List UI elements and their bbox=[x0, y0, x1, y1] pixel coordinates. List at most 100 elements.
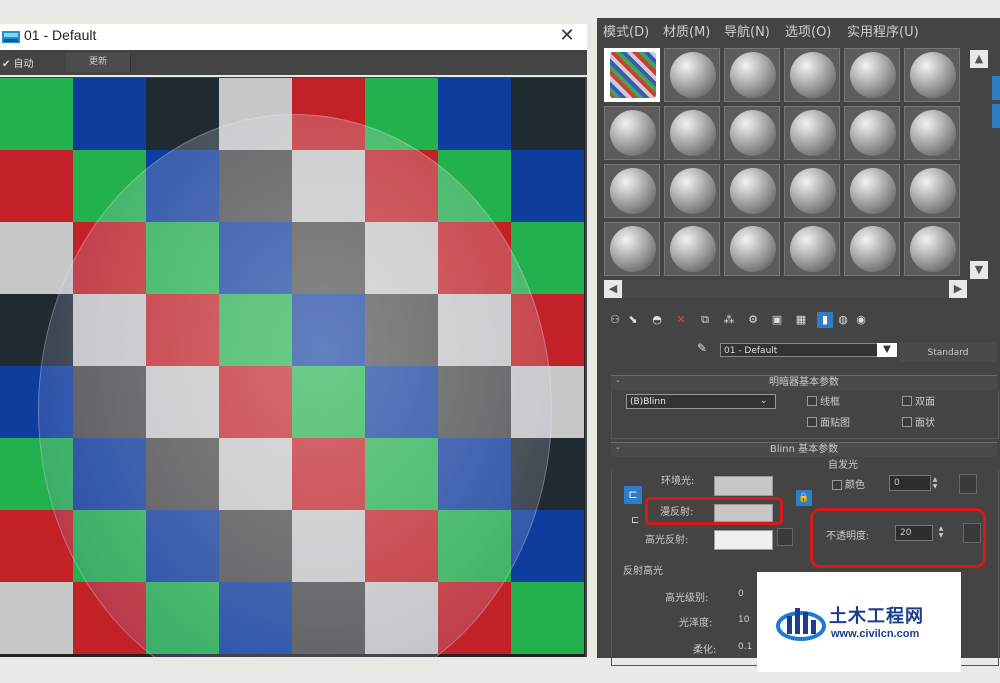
sample-slot[interactable] bbox=[904, 106, 960, 160]
go-to-parent-icon[interactable]: ◍ bbox=[835, 312, 851, 328]
sample-slot[interactable] bbox=[844, 106, 900, 160]
menu-navigation[interactable]: 导航(N) bbox=[724, 21, 770, 40]
assign-material-icon[interactable]: ◓ bbox=[649, 312, 665, 328]
sample-slot[interactable] bbox=[904, 222, 960, 276]
opacity-spinner[interactable]: 20 bbox=[895, 525, 933, 541]
self-illum-map-button[interactable] bbox=[959, 474, 977, 494]
spinner-arrows-icon[interactable]: ▲ ▼ bbox=[931, 476, 939, 490]
sample-slot[interactable] bbox=[844, 48, 900, 102]
collapse-icon[interactable]: - bbox=[616, 375, 620, 389]
wire-checkbox[interactable] bbox=[807, 396, 817, 406]
specular-map-button[interactable] bbox=[777, 528, 793, 546]
sample-slot[interactable] bbox=[784, 222, 840, 276]
sample-slot[interactable] bbox=[664, 106, 720, 160]
specular-level-spinner[interactable]: 0 bbox=[734, 587, 756, 603]
collapse-icon[interactable]: - bbox=[616, 442, 620, 456]
sample-slot[interactable] bbox=[904, 48, 960, 102]
two-sided-checkbox[interactable] bbox=[902, 396, 912, 406]
shader-rollout-header[interactable]: - 明暗器基本参数 bbox=[611, 375, 997, 390]
close-icon[interactable]: ✕ bbox=[556, 24, 578, 48]
put-to-scene-icon[interactable]: ⬊ bbox=[625, 312, 641, 328]
sample-sphere-icon bbox=[850, 226, 896, 272]
checker-cell bbox=[365, 582, 438, 654]
face-map-checkbox[interactable] bbox=[807, 417, 817, 427]
diffuse-color-swatch[interactable] bbox=[714, 504, 773, 522]
update-button[interactable]: 更新 bbox=[66, 53, 131, 72]
sample-slot[interactable] bbox=[604, 48, 660, 102]
checker-cell bbox=[438, 294, 511, 366]
sample-slot[interactable] bbox=[844, 164, 900, 218]
scroll-right-icon[interactable]: ▶ bbox=[949, 280, 967, 298]
self-illum-spinner[interactable]: 0 bbox=[889, 475, 931, 491]
show-background-icon[interactable]: ▮ bbox=[817, 312, 833, 328]
ambient-color-swatch[interactable] bbox=[714, 476, 773, 496]
sample-slot[interactable] bbox=[604, 106, 660, 160]
faceted-checkbox[interactable] bbox=[902, 417, 912, 427]
wire-label: 线框 bbox=[820, 397, 840, 408]
material-id-icon[interactable]: ▣ bbox=[769, 312, 785, 328]
make-unique-icon[interactable]: ⁂ bbox=[721, 312, 737, 328]
sample-sphere-icon bbox=[610, 52, 656, 98]
sample-slot[interactable] bbox=[904, 164, 960, 218]
chevron-down-icon[interactable]: ⌄ bbox=[760, 396, 768, 406]
menu-options[interactable]: 选项(O) bbox=[785, 21, 831, 40]
sample-slot[interactable] bbox=[844, 222, 900, 276]
side-tab[interactable] bbox=[992, 104, 1000, 128]
sample-slot[interactable] bbox=[784, 106, 840, 160]
sample-slot[interactable] bbox=[724, 222, 780, 276]
specular-color-swatch[interactable] bbox=[714, 530, 773, 550]
make-copy-icon[interactable]: ⧉ bbox=[697, 312, 713, 328]
checker-cell bbox=[219, 150, 292, 222]
checker-cell bbox=[292, 582, 365, 654]
chevron-down-icon[interactable]: ▼ bbox=[877, 343, 897, 357]
material-name-field[interactable]: 01 - Default bbox=[720, 343, 880, 357]
self-illum-color-checkbox[interactable] bbox=[832, 480, 842, 490]
slots-scroll-down-icon[interactable]: ▼ bbox=[970, 261, 988, 279]
slots-scroll-up-icon[interactable]: ▲ bbox=[970, 50, 988, 68]
sample-slot[interactable] bbox=[664, 164, 720, 218]
sample-slot[interactable] bbox=[724, 164, 780, 218]
sample-slot[interactable] bbox=[604, 164, 660, 218]
sample-slot[interactable] bbox=[724, 106, 780, 160]
checker-cell bbox=[73, 438, 146, 510]
sample-slot[interactable] bbox=[604, 222, 660, 276]
menu-material[interactable]: 材质(M) bbox=[663, 21, 710, 40]
menu-utilities[interactable]: 实用程序(U) bbox=[847, 21, 919, 40]
soften-spinner[interactable]: 0.1 bbox=[734, 640, 758, 656]
scroll-left-icon[interactable]: ◀ bbox=[604, 280, 622, 298]
opacity-map-button[interactable] bbox=[963, 523, 981, 543]
spinner-arrows-icon[interactable]: ▲ ▼ bbox=[937, 525, 945, 539]
auto-update-checkbox[interactable]: ✔ 自动 bbox=[2, 55, 34, 70]
glossiness-spinner[interactable]: 10 bbox=[734, 613, 756, 629]
sample-slot[interactable] bbox=[784, 164, 840, 218]
go-forward-icon[interactable]: ◉ bbox=[853, 312, 869, 328]
lock-icon[interactable]: 🔒 bbox=[796, 490, 812, 506]
menu-mode[interactable]: 模式(D) bbox=[603, 21, 649, 40]
blinn-rollout-header[interactable]: - Blinn 基本参数 bbox=[611, 442, 997, 457]
side-tab[interactable] bbox=[992, 76, 1000, 100]
sample-slot[interactable] bbox=[724, 48, 780, 102]
sample-slot[interactable] bbox=[664, 222, 720, 276]
sample-sphere-icon bbox=[790, 110, 836, 156]
material-type-button[interactable]: Standard bbox=[899, 342, 997, 362]
sample-slot[interactable] bbox=[784, 48, 840, 102]
checker-cell bbox=[438, 582, 511, 654]
sample-slot[interactable] bbox=[664, 48, 720, 102]
sample-sphere-icon bbox=[790, 226, 836, 272]
ambient-label: 环境光: bbox=[661, 476, 695, 487]
sample-sphere-icon bbox=[610, 168, 656, 214]
get-material-icon[interactable]: ⚇ bbox=[607, 312, 623, 328]
checker-cell bbox=[365, 294, 438, 366]
delete-icon[interactable]: ✕ bbox=[673, 312, 689, 328]
show-map-icon[interactable]: ▦ bbox=[793, 312, 809, 328]
put-to-library-icon[interactable]: ⚙ bbox=[745, 312, 761, 328]
checker-cell bbox=[365, 78, 438, 150]
checker-cell bbox=[511, 366, 584, 438]
shader-select[interactable]: (B)Blinn bbox=[626, 394, 776, 409]
lock-ambient-diffuse-icon[interactable]: ⊏ bbox=[624, 486, 642, 504]
checker-cell bbox=[438, 150, 511, 222]
lock-diffuse-specular-icon[interactable]: ⊏ bbox=[631, 515, 639, 526]
slots-horizontal-scrollbar[interactable]: ◀ ▶ bbox=[604, 280, 967, 298]
specular-level-label: 高光级别: bbox=[665, 593, 709, 604]
eyedropper-icon[interactable]: ✎ bbox=[697, 341, 713, 357]
